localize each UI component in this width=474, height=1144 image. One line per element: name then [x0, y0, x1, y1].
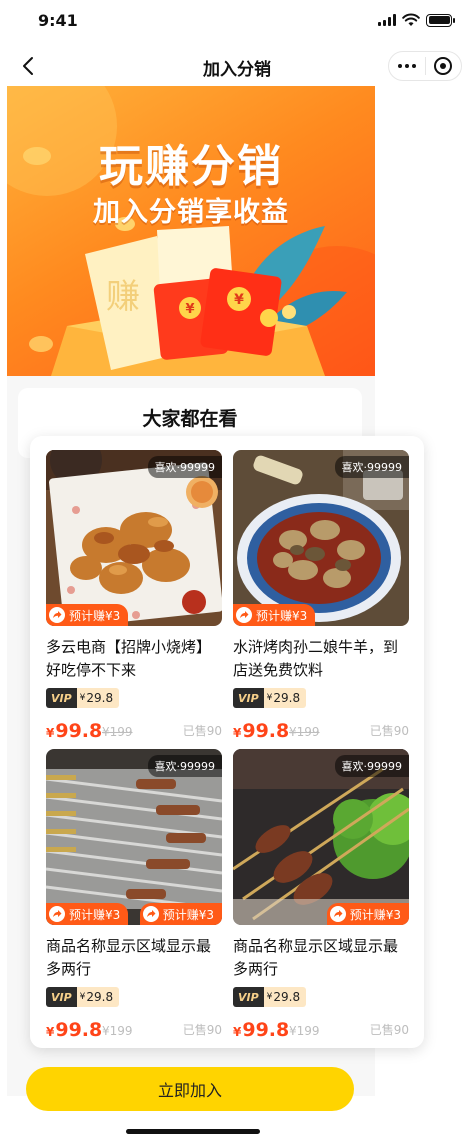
- vip-price: ¥29.8: [263, 688, 307, 708]
- close-mini-program-button[interactable]: [426, 52, 462, 80]
- status-icons: [378, 13, 455, 27]
- product-image: 喜欢·99999 预计赚¥3: [233, 749, 409, 925]
- share-arrow-icon: [329, 906, 346, 922]
- vip-label: VIP: [233, 688, 264, 708]
- share-arrow-icon: [49, 906, 65, 922]
- vip-price: ¥29.8: [76, 688, 120, 708]
- vip-label: VIP: [46, 688, 77, 708]
- product-image: 喜欢·99999 预计赚¥3 预计赚¥3: [46, 749, 222, 925]
- like-count-badge: 喜欢·99999: [147, 456, 222, 478]
- product-card[interactable]: 喜欢·99999 预计赚¥3 预计赚¥3 商品名称显示区域显示最多两行 VIP …: [46, 749, 222, 1041]
- original-price: ¥199: [289, 725, 320, 739]
- vip-price: ¥29.8: [76, 987, 120, 1007]
- current-price: ¥99.8: [46, 720, 103, 742]
- original-price: ¥199: [102, 725, 133, 739]
- vip-label: VIP: [46, 987, 77, 1007]
- close-circle-icon: [434, 57, 453, 75]
- signal-icon: [378, 14, 396, 26]
- share-arrow-icon: [49, 607, 65, 623]
- sold-count: 已售90: [182, 1023, 222, 1037]
- current-price: ¥99.8: [46, 1019, 103, 1041]
- vip-price-tag: VIP ¥29.8: [46, 688, 120, 708]
- svg-text:¥: ¥: [234, 292, 244, 308]
- product-image: 喜欢·99999 预计赚¥3: [233, 450, 409, 626]
- mini-program-capsule: [388, 51, 462, 81]
- price-row: ¥99.8 ¥199 已售90: [46, 718, 222, 742]
- nav-bar: 加入分销: [0, 44, 474, 88]
- price-row: ¥99.8 ¥199 已售90: [46, 1017, 222, 1041]
- product-card[interactable]: 喜欢·99999 预计赚¥3 商品名称显示区域显示最多两行 VIP ¥29.8 …: [233, 749, 409, 1041]
- product-grid: 喜欢·99999 预计赚¥3 多云电商【招牌小烧烤】好吃停不下来 VIP ¥29…: [30, 436, 424, 1048]
- product-name: 商品名称显示区域显示最多两行: [46, 937, 212, 978]
- wifi-icon: [402, 13, 420, 26]
- banner-title: 玩赚分销: [99, 141, 283, 192]
- product-name: 水浒烤肉孙二娘牛羊，到店送免费饮料: [233, 638, 399, 679]
- share-arrow-icon: [142, 906, 159, 922]
- price-row: ¥99.8 ¥199 已售90: [233, 1017, 409, 1041]
- current-price: ¥99.8: [233, 1019, 290, 1041]
- earn-label: 预计赚¥3: [349, 907, 401, 922]
- earn-label: 预计赚¥3: [256, 608, 308, 623]
- like-count-badge: 喜欢·99999: [334, 755, 409, 777]
- like-count-badge: 喜欢·99999: [147, 755, 222, 777]
- current-price: ¥99.8: [233, 720, 290, 742]
- battery-icon: [426, 13, 455, 27]
- vip-price-tag: VIP ¥29.8: [46, 987, 120, 1007]
- product-card[interactable]: 喜欢·99999 预计赚¥3 多云电商【招牌小烧烤】好吃停不下来 VIP ¥29…: [46, 450, 222, 742]
- earn-tag[interactable]: 预计赚¥3: [326, 903, 409, 925]
- product-card[interactable]: 喜欢·99999 预计赚¥3 水浒烤肉孙二娘牛羊，到店送免费饮料 VIP ¥29…: [233, 450, 409, 742]
- status-bar: 9:41: [0, 0, 474, 44]
- earn-tag[interactable]: 预计赚¥3: [46, 604, 129, 626]
- product-name: 多云电商【招牌小烧烤】好吃停不下来: [46, 638, 212, 679]
- earn-label: 预计赚¥3: [162, 907, 214, 922]
- earn-label: 预计赚¥3: [69, 608, 121, 623]
- more-icon: [397, 64, 416, 68]
- earn-tag-secondary[interactable]: 预计赚¥3: [139, 903, 222, 925]
- product-name: 商品名称显示区域显示最多两行: [233, 937, 399, 978]
- original-price: ¥199: [289, 1024, 320, 1038]
- svg-text:¥: ¥: [185, 302, 194, 317]
- vip-label: VIP: [233, 987, 264, 1007]
- earn-watermark: 赚: [106, 277, 140, 317]
- sold-count: 已售90: [182, 724, 222, 738]
- banner-subtitle: 加入分销享收益: [93, 197, 289, 228]
- promo-banner: ¥ ¥ 赚 玩赚分销 加入分销享收益: [7, 86, 375, 376]
- vip-price-tag: VIP ¥29.8: [233, 987, 307, 1007]
- earn-tag[interactable]: 预计赚¥3: [46, 903, 129, 925]
- like-count-badge: 喜欢·99999: [334, 456, 409, 478]
- section-title: 大家都在看: [142, 408, 238, 430]
- price-row: ¥99.8 ¥199 已售90: [233, 718, 409, 742]
- home-indicator: [126, 1129, 260, 1134]
- join-now-button[interactable]: 立即加入: [26, 1067, 354, 1111]
- earn-tag[interactable]: 预计赚¥3: [233, 604, 316, 626]
- original-price: ¥199: [102, 1024, 133, 1038]
- sold-count: 已售90: [369, 724, 409, 738]
- status-time: 9:41: [38, 11, 78, 30]
- earn-label: 预计赚¥3: [69, 907, 121, 922]
- sold-count: 已售90: [369, 1023, 409, 1037]
- vip-price-tag: VIP ¥29.8: [233, 688, 307, 708]
- more-button[interactable]: [389, 52, 425, 80]
- product-image: 喜欢·99999 预计赚¥3: [46, 450, 222, 626]
- vip-price: ¥29.8: [263, 987, 307, 1007]
- share-arrow-icon: [236, 607, 252, 623]
